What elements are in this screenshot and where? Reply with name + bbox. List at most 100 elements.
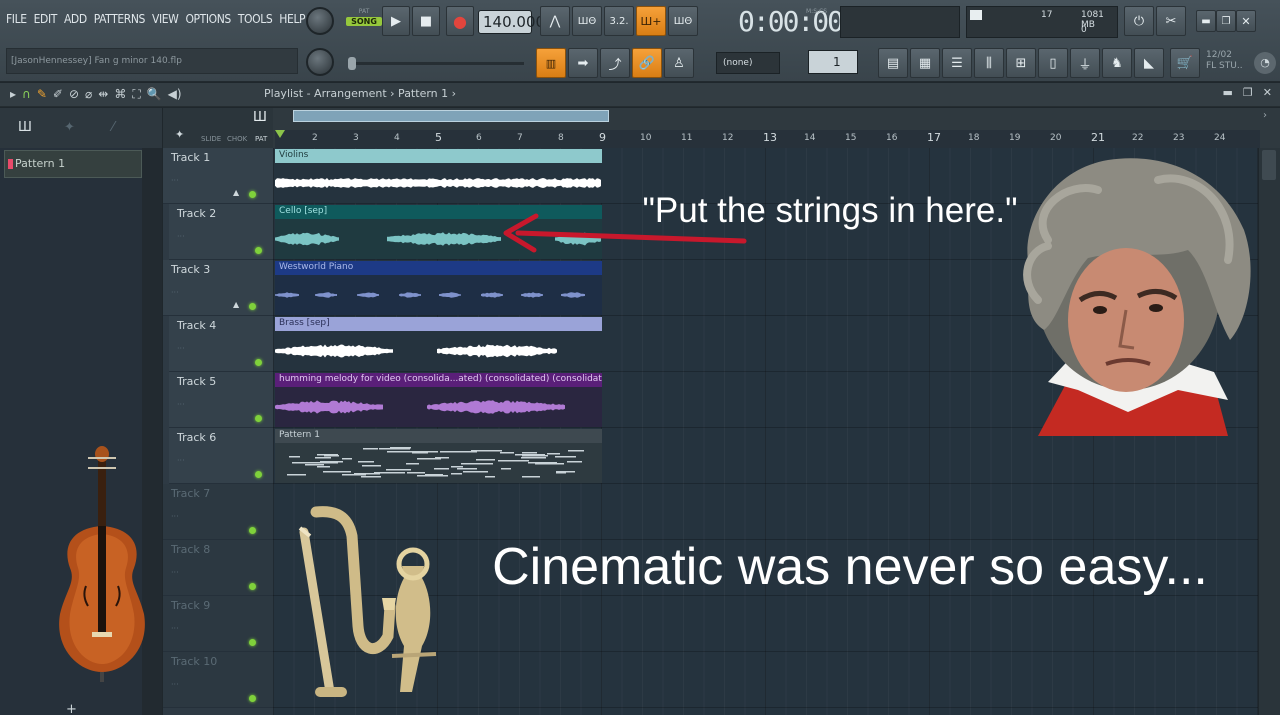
picker-automation-icon[interactable]: ⁄ bbox=[112, 120, 114, 135]
track-mute-led[interactable] bbox=[255, 247, 262, 254]
typing-keyboard-button[interactable]: ▥ bbox=[536, 48, 566, 78]
track-add-icon[interactable]: ✦ bbox=[175, 128, 184, 141]
pattern-selector[interactable]: (none) bbox=[716, 52, 780, 74]
track-mute-led[interactable] bbox=[249, 583, 256, 590]
wait-for-input-button[interactable]: ШΘ bbox=[572, 6, 602, 36]
pat-label[interactable]: PAT bbox=[255, 135, 267, 143]
countdown-button[interactable]: 3.2. bbox=[604, 6, 634, 36]
playlist-breadcrumb[interactable]: Playlist - Arrangement › Pattern 1 › bbox=[264, 87, 456, 100]
select-tool-icon[interactable]: ⛶ bbox=[132, 87, 140, 102]
volume-slider-handle[interactable] bbox=[348, 57, 356, 70]
playlist-minimize-icon[interactable]: ▬ bbox=[1223, 86, 1233, 99]
playback-tool-icon[interactable]: ◀) bbox=[168, 87, 182, 102]
stop-button[interactable]: ■ bbox=[412, 6, 440, 36]
zoom-tool-icon[interactable]: 🔍 bbox=[147, 87, 162, 102]
audio-clip[interactable]: humming melody for video (consolida...at… bbox=[275, 373, 602, 427]
blend-notes-button[interactable]: Ш+ bbox=[636, 6, 666, 36]
audio-clip[interactable]: Pattern 1 bbox=[275, 429, 602, 483]
restore-app-button[interactable]: ❐ bbox=[1216, 10, 1236, 32]
audio-clip[interactable]: Westworld Piano bbox=[275, 261, 602, 315]
timeline-ruler[interactable]: 2 3 4 5 6 7 8 9 10 11 12 13 14 15 16 17 18 19 20 21 22 23 24 bbox=[275, 130, 1260, 148]
picker-add-icon[interactable]: ✦ bbox=[64, 120, 75, 135]
minimize-app-button[interactable]: ▬ bbox=[1196, 10, 1216, 32]
track-header[interactable]: Track 5 ··· bbox=[169, 372, 279, 428]
playhead-marker[interactable] bbox=[275, 130, 285, 138]
horizontal-scroll-thumb[interactable] bbox=[293, 110, 609, 122]
panic-button[interactable]: ⏻ bbox=[1124, 6, 1154, 36]
track-header[interactable]: Track 3 ··· ▲ bbox=[163, 260, 273, 316]
track-mute-led[interactable] bbox=[249, 191, 256, 198]
track-header[interactable]: Track 8 ··· bbox=[163, 540, 273, 596]
playlist-button[interactable]: ▤ bbox=[878, 48, 908, 78]
track-collapse-icon[interactable]: ▲ bbox=[233, 300, 239, 309]
playlist-close-icon[interactable]: ✕ bbox=[1263, 86, 1272, 99]
step-edit-button[interactable]: ➡ bbox=[568, 48, 598, 78]
slip-tool-icon[interactable]: ⇹ bbox=[98, 87, 108, 102]
magnet-icon[interactable]: ∩ bbox=[22, 87, 31, 102]
track-mute-led[interactable] bbox=[255, 415, 262, 422]
link-button[interactable]: 🔗 bbox=[632, 48, 662, 78]
track-header[interactable]: Track 10 ··· bbox=[163, 652, 273, 708]
track-header[interactable]: Track 9 ··· bbox=[163, 596, 273, 652]
slice-tool-icon[interactable]: ⌘ bbox=[114, 87, 126, 102]
slide-label[interactable]: SLIDE bbox=[201, 135, 221, 143]
playlist-restore-icon[interactable]: ❐ bbox=[1243, 86, 1253, 99]
feedback-button[interactable]: ◣ bbox=[1134, 48, 1164, 78]
track-mute-led[interactable] bbox=[255, 359, 262, 366]
audio-clip[interactable]: Violins bbox=[275, 149, 602, 203]
picker-pattern-item[interactable]: Pattern 1 bbox=[4, 150, 142, 178]
disconnect-button[interactable]: ✂ bbox=[1156, 6, 1186, 36]
picker-add-button[interactable]: + bbox=[66, 702, 77, 715]
tempo-tapper-button[interactable]: ♞ bbox=[1102, 48, 1132, 78]
tempo-display[interactable]: 140.000 bbox=[478, 10, 545, 34]
snap-button[interactable]: ⤴ bbox=[600, 48, 630, 78]
fl-logo-icon[interactable]: ◔ bbox=[1254, 52, 1276, 74]
master-pitch-knob[interactable] bbox=[306, 48, 334, 76]
mute-tool-icon[interactable]: ⌀ bbox=[85, 87, 92, 102]
track-header[interactable]: Track 4 ··· bbox=[169, 316, 279, 372]
menu-help[interactable]: HELP bbox=[279, 12, 305, 26]
stamp-button[interactable]: ♙ bbox=[664, 48, 694, 78]
project-info-button[interactable]: ▯ bbox=[1038, 48, 1068, 78]
fl-news-panel[interactable]: 12/02 FL STU.. bbox=[1206, 50, 1243, 72]
menu-options[interactable]: OPTIONS bbox=[185, 12, 231, 26]
delete-tool-icon[interactable]: ⊘ bbox=[69, 87, 79, 102]
browser-button[interactable]: ⊞ bbox=[1006, 48, 1036, 78]
track-mute-led[interactable] bbox=[249, 527, 256, 534]
scroll-right-icon[interactable]: › bbox=[1263, 110, 1267, 121]
menu-add[interactable]: ADD bbox=[64, 12, 87, 26]
track-mute-led[interactable] bbox=[249, 639, 256, 646]
track-mute-led[interactable] bbox=[255, 471, 262, 478]
track-header[interactable]: Track 2 ··· bbox=[169, 204, 279, 260]
plugin-picker-button[interactable]: ⏚ bbox=[1070, 48, 1100, 78]
channel-rack-button[interactable]: ☰ bbox=[942, 48, 972, 78]
track-header[interactable]: Track 6 ··· bbox=[169, 428, 279, 484]
chop-label[interactable]: CHOK bbox=[227, 135, 247, 143]
track-header[interactable]: Track 7 ··· bbox=[163, 484, 273, 540]
vertical-scroll-thumb[interactable] bbox=[1262, 150, 1276, 180]
master-volume-knob[interactable] bbox=[306, 7, 334, 35]
play-button[interactable]: ▶ bbox=[382, 6, 410, 36]
menu-patterns[interactable]: PATTERNS bbox=[94, 12, 146, 26]
menu-view[interactable]: VIEW bbox=[152, 12, 179, 26]
shop-button[interactable]: 🛒 bbox=[1170, 48, 1200, 78]
track-mute-led[interactable] bbox=[249, 695, 256, 702]
menu-edit[interactable]: EDIT bbox=[34, 12, 58, 26]
track-mute-led[interactable] bbox=[249, 303, 256, 310]
paint-tool-icon[interactable]: ✐ bbox=[53, 87, 63, 102]
close-app-button[interactable]: ✕ bbox=[1236, 10, 1256, 32]
audio-clip[interactable]: Brass [sep] bbox=[275, 317, 602, 371]
metronome-button[interactable]: ⋀ bbox=[540, 6, 570, 36]
menu-file[interactable]: FILE bbox=[6, 12, 27, 26]
record-button[interactable]: ● bbox=[446, 6, 474, 36]
track-collapse-icon[interactable]: ▲ bbox=[233, 188, 239, 197]
pattern-number[interactable]: 1 bbox=[808, 50, 858, 74]
track-header[interactable]: Track 1 ··· ▲ bbox=[163, 148, 273, 204]
menu-tools[interactable]: TOOLS bbox=[238, 12, 273, 26]
piano-roll-button[interactable]: ▦ bbox=[910, 48, 940, 78]
playlist-menu-arrow-icon[interactable]: ▸ bbox=[10, 87, 16, 102]
draw-tool-icon[interactable]: ✎ bbox=[37, 87, 47, 102]
loop-record-button[interactable]: ШΘ bbox=[668, 6, 698, 36]
vertical-scrollbar[interactable] bbox=[1258, 148, 1280, 715]
pattern-song-toggle[interactable]: PAT SONG bbox=[346, 8, 382, 36]
